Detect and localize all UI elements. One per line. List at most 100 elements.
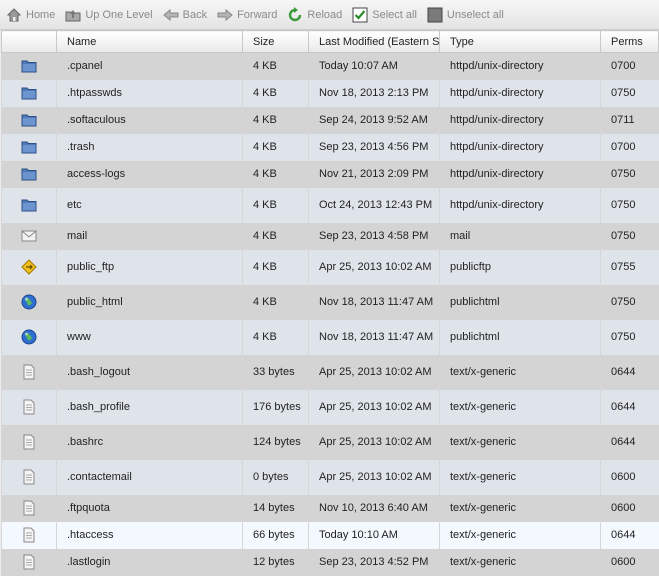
- file-modified: Nov 10, 2013 6:40 AM: [308, 494, 440, 522]
- file-name[interactable]: .bashrc: [56, 424, 243, 460]
- file-modified: Sep 23, 2013 4:52 PM: [308, 548, 440, 576]
- file-size: 4 KB: [242, 106, 309, 134]
- file-icon-cell[interactable]: [1, 548, 57, 576]
- file-perms: 0644: [600, 424, 659, 460]
- file-row[interactable]: .contactemail 0 bytes Apr 25, 2013 10:02 A…: [1, 459, 659, 495]
- folder-icon: [21, 58, 37, 74]
- up-one-level-label: Up One Level: [85, 8, 153, 21]
- file-perms: 0750: [600, 160, 659, 188]
- file-name[interactable]: .htpasswds: [56, 79, 243, 107]
- file-icon-cell[interactable]: [1, 494, 57, 522]
- home-button[interactable]: Home: [6, 7, 55, 23]
- file-name[interactable]: public_ftp: [56, 249, 243, 285]
- unselect-all-button[interactable]: Unselect all: [427, 7, 504, 23]
- file-icon: [21, 434, 37, 450]
- file-list-table: Name Size Last Modified (Eastern St Type…: [1, 30, 659, 576]
- file-row[interactable]: www 4 KB Nov 18, 2013 11:47 AM publichtml 07…: [1, 319, 659, 355]
- file-icon-cell[interactable]: [1, 222, 57, 250]
- file-row[interactable]: .lastlogin 12 bytes Sep 23, 2013 4:52 PM te…: [1, 548, 659, 576]
- file-type: text/x-generic: [439, 389, 601, 425]
- file-perms: 0644: [600, 521, 659, 549]
- file-name[interactable]: .htaccess: [56, 521, 243, 549]
- type-column-header[interactable]: Type: [439, 30, 601, 53]
- file-size: 4 KB: [242, 79, 309, 107]
- file-name[interactable]: .trash: [56, 133, 243, 161]
- name-column-header[interactable]: Name: [56, 30, 243, 53]
- select-all-button[interactable]: Select all: [352, 7, 417, 23]
- file-icon-cell[interactable]: [1, 79, 57, 107]
- file-icon-cell[interactable]: [1, 521, 57, 549]
- globe-icon: [21, 294, 37, 310]
- perms-column-header[interactable]: Perms: [600, 30, 659, 53]
- folder-icon: [21, 85, 37, 101]
- file-size: 4 KB: [242, 319, 309, 355]
- file-name[interactable]: public_html: [56, 284, 243, 320]
- file-row[interactable]: .htaccess 66 bytes Today 10:10 AM text/x-ge…: [1, 521, 659, 549]
- file-name[interactable]: access-logs: [56, 160, 243, 188]
- file-name[interactable]: .bash_logout: [56, 354, 243, 390]
- file-name[interactable]: .lastlogin: [56, 548, 243, 576]
- file-type: publicftp: [439, 249, 601, 285]
- file-name[interactable]: mail: [56, 222, 243, 250]
- file-type: httpd/unix-directory: [439, 79, 601, 107]
- file-name[interactable]: etc: [56, 187, 243, 223]
- file-type: publichtml: [439, 284, 601, 320]
- file-row[interactable]: mail 4 KB Sep 23, 2013 4:58 PM mail 0750: [1, 222, 659, 250]
- modified-column-header[interactable]: Last Modified (Eastern St: [308, 30, 440, 53]
- reload-button[interactable]: Reload: [287, 6, 342, 23]
- file-name[interactable]: .ftpquota: [56, 494, 243, 522]
- file-row[interactable]: .ftpquota 14 bytes Nov 10, 2013 6:40 AM tex…: [1, 494, 659, 522]
- file-size: 124 bytes: [242, 424, 309, 460]
- file-icon-cell[interactable]: [1, 133, 57, 161]
- file-icon-cell[interactable]: [1, 459, 57, 495]
- file-icon: [21, 399, 37, 415]
- file-perms: 0600: [600, 548, 659, 576]
- file-row[interactable]: access-logs 4 KB Nov 21, 2013 2:09 PM httpd…: [1, 160, 659, 188]
- file-row[interactable]: .htpasswds 4 KB Nov 18, 2013 2:13 PM httpd/…: [1, 79, 659, 107]
- size-column-header[interactable]: Size: [242, 30, 309, 53]
- file-row[interactable]: .bash_profile 176 bytes Apr 25, 2013 10:02…: [1, 389, 659, 425]
- home-label: Home: [26, 8, 56, 21]
- file-icon-cell[interactable]: [1, 106, 57, 134]
- file-row[interactable]: .bashrc 124 bytes Apr 25, 2013 10:02 AM tex…: [1, 424, 659, 460]
- file-name[interactable]: www: [56, 319, 243, 355]
- file-icon-cell[interactable]: [1, 354, 57, 390]
- file-perms: 0700: [600, 133, 659, 161]
- file-icon-cell[interactable]: [1, 389, 57, 425]
- file-row[interactable]: public_ftp 4 KB Apr 25, 2013 10:02 AM publi…: [1, 249, 659, 285]
- file-icon-cell[interactable]: [1, 187, 57, 223]
- file-modified: Today 10:07 AM: [308, 52, 440, 80]
- file-name[interactable]: .bash_profile: [56, 389, 243, 425]
- file-size: 4 KB: [242, 284, 309, 320]
- file-name[interactable]: .softaculous: [56, 106, 243, 134]
- file-type: text/x-generic: [439, 424, 601, 460]
- file-modified: Nov 21, 2013 2:09 PM: [308, 160, 440, 188]
- file-row[interactable]: .softaculous 4 KB Sep 24, 2013 9:52 AM http…: [1, 106, 659, 134]
- file-icon-cell[interactable]: [1, 284, 57, 320]
- file-row[interactable]: .trash 4 KB Sep 23, 2013 4:56 PM httpd/unix…: [1, 133, 659, 161]
- file-row[interactable]: public_html 4 KB Nov 18, 2013 11:47 AM publ…: [1, 284, 659, 320]
- forward-button[interactable]: Forward: [217, 7, 277, 23]
- file-row[interactable]: .bash_logout 33 bytes Apr 25, 2013 10:02 A…: [1, 354, 659, 390]
- file-type: httpd/unix-directory: [439, 160, 601, 188]
- file-perms: 0711: [600, 106, 659, 134]
- file-icon: [21, 469, 37, 485]
- file-row[interactable]: etc 4 KB Oct 24, 2013 12:43 PM httpd/unix-d…: [1, 187, 659, 223]
- file-modified: Oct 24, 2013 12:43 PM: [308, 187, 440, 223]
- back-button[interactable]: Back: [162, 7, 207, 23]
- mail-icon: [21, 228, 37, 244]
- file-icon-cell[interactable]: [1, 160, 57, 188]
- file-name[interactable]: .contactemail: [56, 459, 243, 495]
- file-size: 4 KB: [242, 52, 309, 80]
- file-size: 4 KB: [242, 133, 309, 161]
- file-row[interactable]: .cpanel 4 KB Today 10:07 AM httpd/unix-dire…: [1, 52, 659, 80]
- file-icon: [21, 554, 37, 570]
- file-icon-cell[interactable]: [1, 424, 57, 460]
- file-icon-cell[interactable]: [1, 52, 57, 80]
- file-type: text/x-generic: [439, 354, 601, 390]
- up-one-level-button[interactable]: Up One Level: [65, 7, 153, 23]
- select-all-label: Select all: [372, 8, 417, 21]
- file-icon-cell[interactable]: [1, 249, 57, 285]
- file-icon-cell[interactable]: [1, 319, 57, 355]
- file-name[interactable]: .cpanel: [56, 52, 243, 80]
